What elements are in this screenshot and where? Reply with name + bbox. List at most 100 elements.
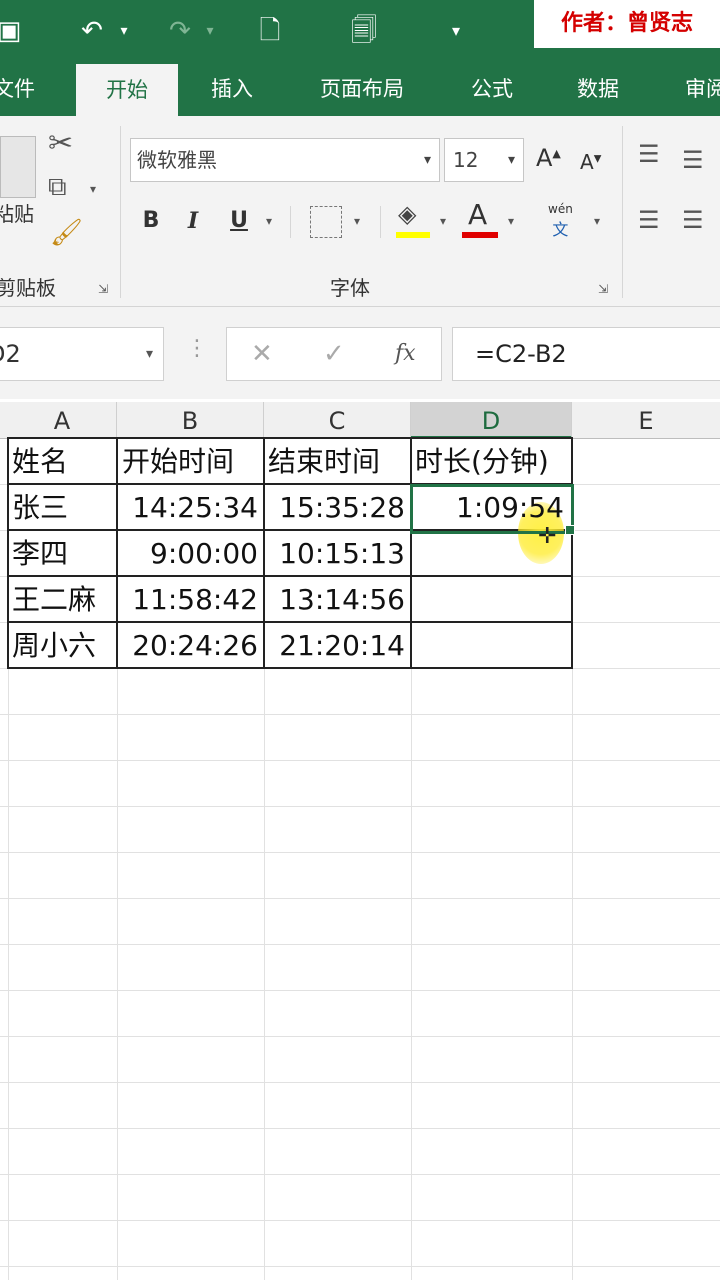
enter-icon[interactable]: ✓ bbox=[323, 328, 345, 380]
divider bbox=[380, 206, 381, 238]
cut-icon[interactable]: ✂ bbox=[48, 126, 73, 161]
table-border bbox=[410, 437, 412, 669]
cell-a5[interactable]: 周小六 bbox=[12, 623, 114, 669]
cell-a2[interactable]: 张三 bbox=[12, 485, 114, 531]
title-bar: ▣ ↶ ▾ ↷ ▾ 🗋 🗐 ▾ 作者：曾贤志 bbox=[0, 0, 720, 62]
customize-toolbar-icon[interactable]: ▾ bbox=[444, 0, 468, 62]
tab-insert[interactable]: 插入 bbox=[196, 62, 268, 116]
copy-dropdown-icon[interactable]: ▾ bbox=[90, 182, 96, 196]
print-preview-icon[interactable]: 🗐 bbox=[346, 0, 382, 62]
undo-icon[interactable]: ↶ bbox=[72, 0, 112, 62]
cell-d5[interactable] bbox=[414, 623, 564, 669]
clipboard-launcher-icon[interactable]: ⇲ bbox=[98, 282, 108, 296]
row-line bbox=[0, 806, 720, 807]
row-line bbox=[0, 944, 720, 945]
fill-color-dropdown-icon[interactable]: ▾ bbox=[440, 214, 446, 228]
cell-d1[interactable]: 时长(分钟) bbox=[415, 439, 569, 485]
fill-handle[interactable] bbox=[565, 525, 575, 535]
font-size-select[interactable]: 12 ▾ bbox=[444, 138, 524, 182]
tab-data[interactable]: 数据 bbox=[562, 62, 634, 116]
row-line bbox=[0, 898, 720, 899]
redo-icon: ↷ bbox=[169, 16, 191, 46]
formula-buttons: ✕ ✓ fx bbox=[226, 327, 442, 381]
align-center-icon[interactable]: ☰ bbox=[682, 206, 704, 234]
cell-c5[interactable]: 21:20:14 bbox=[267, 623, 405, 669]
cell-c3[interactable]: 10:15:13 bbox=[267, 531, 405, 577]
table-border bbox=[571, 437, 573, 669]
format-painter-icon[interactable]: 🖌 bbox=[50, 218, 83, 248]
cell-a3[interactable]: 李四 bbox=[12, 531, 114, 577]
cell-b5[interactable]: 20:24:26 bbox=[120, 623, 258, 669]
cell-b4[interactable]: 11:58:42 bbox=[120, 577, 258, 623]
border-icon[interactable] bbox=[310, 206, 342, 238]
row-line bbox=[0, 1174, 720, 1175]
phonetic-dropdown-icon[interactable]: ▾ bbox=[594, 214, 600, 228]
formula-input[interactable]: =C2-B2 bbox=[452, 327, 720, 381]
underline-button[interactable]: U bbox=[224, 204, 254, 238]
copy-icon[interactable]: ⧉ bbox=[48, 172, 67, 203]
cell-a1[interactable]: 姓名 bbox=[12, 439, 114, 485]
cell-b3[interactable]: 9:00:00 bbox=[120, 531, 258, 577]
column-header-d[interactable]: D bbox=[411, 402, 572, 439]
cell-c2[interactable]: 15:35:28 bbox=[267, 485, 405, 531]
save-icon[interactable]: ▣ bbox=[0, 0, 26, 62]
border-dropdown-icon[interactable]: ▾ bbox=[354, 214, 360, 228]
phonetic-pinyin: wén bbox=[548, 202, 573, 216]
cell-c4[interactable]: 13:14:56 bbox=[267, 577, 405, 623]
name-box[interactable]: D2 ▾ bbox=[0, 327, 164, 381]
cell-a4[interactable]: 王二麻 bbox=[12, 577, 114, 623]
fill-color-icon[interactable]: ◈ bbox=[398, 200, 416, 228]
row-line bbox=[0, 760, 720, 761]
fill-color-swatch bbox=[396, 232, 430, 238]
cancel-icon[interactable]: ✕ bbox=[251, 328, 273, 380]
cell-b1[interactable]: 开始时间 bbox=[122, 439, 262, 485]
group-divider bbox=[622, 126, 623, 298]
undo-dropdown-icon[interactable]: ▾ bbox=[114, 0, 134, 62]
chevron-down-icon: ▾ bbox=[507, 152, 515, 168]
ribbon-tabs: 文件 开始 插入 页面布局 公式 数据 审阅 bbox=[0, 62, 720, 116]
more-options-icon: ⋮ bbox=[186, 336, 208, 361]
new-file-icon[interactable]: 🗋 bbox=[252, 0, 288, 62]
cell-c1[interactable]: 结束时间 bbox=[268, 439, 408, 485]
phonetic-guide-icon[interactable]: wén 文 bbox=[548, 202, 573, 240]
row-line bbox=[0, 1128, 720, 1129]
tab-home[interactable]: 开始 bbox=[76, 64, 178, 116]
tab-formulas[interactable]: 公式 bbox=[456, 62, 528, 116]
font-name-value: 微软雅黑 bbox=[137, 148, 217, 172]
paste-icon[interactable] bbox=[0, 136, 36, 198]
insert-function-button[interactable]: fx bbox=[395, 328, 416, 380]
row-line bbox=[0, 1220, 720, 1221]
row-line bbox=[0, 990, 720, 991]
align-middle-icon[interactable]: ☰ bbox=[682, 146, 704, 174]
align-left-icon[interactable]: ☰ bbox=[638, 206, 660, 234]
font-size-value: 12 bbox=[453, 148, 479, 172]
column-header-a[interactable]: A bbox=[8, 402, 117, 439]
underline-dropdown-icon[interactable]: ▾ bbox=[266, 214, 272, 228]
increase-font-icon[interactable]: A▲ bbox=[536, 144, 561, 172]
paste-label[interactable]: 粘贴 bbox=[0, 198, 34, 227]
row-line bbox=[0, 714, 720, 715]
cell-b2[interactable]: 14:25:34 bbox=[120, 485, 258, 531]
font-color-icon[interactable]: A bbox=[468, 198, 487, 231]
chevron-down-icon[interactable]: ▾ bbox=[146, 328, 153, 380]
font-launcher-icon[interactable]: ⇲ bbox=[598, 282, 608, 296]
row-line bbox=[0, 852, 720, 853]
column-header-c[interactable]: C bbox=[264, 402, 411, 439]
column-header-b[interactable]: B bbox=[117, 402, 264, 439]
phonetic-char: 文 bbox=[552, 220, 569, 239]
align-top-icon[interactable]: ☰ bbox=[638, 140, 660, 168]
bold-button[interactable]: B bbox=[136, 204, 166, 238]
column-header-e[interactable]: E bbox=[572, 402, 720, 439]
tab-file[interactable]: 文件 bbox=[0, 62, 42, 116]
group-divider bbox=[120, 126, 121, 298]
crosshair-cursor-icon: ✛ bbox=[538, 524, 557, 549]
tab-review[interactable]: 审阅 bbox=[670, 62, 720, 116]
formula-text: =C2-B2 bbox=[475, 340, 567, 368]
cell-d4[interactable] bbox=[414, 577, 564, 623]
font-name-select[interactable]: 微软雅黑 ▾ bbox=[130, 138, 440, 182]
font-color-dropdown-icon[interactable]: ▾ bbox=[508, 214, 514, 228]
font-group-label: 字体 bbox=[330, 276, 370, 300]
italic-button[interactable]: I bbox=[178, 204, 208, 238]
decrease-font-icon[interactable]: A▼ bbox=[580, 150, 601, 174]
tab-page-layout[interactable]: 页面布局 bbox=[302, 62, 422, 116]
